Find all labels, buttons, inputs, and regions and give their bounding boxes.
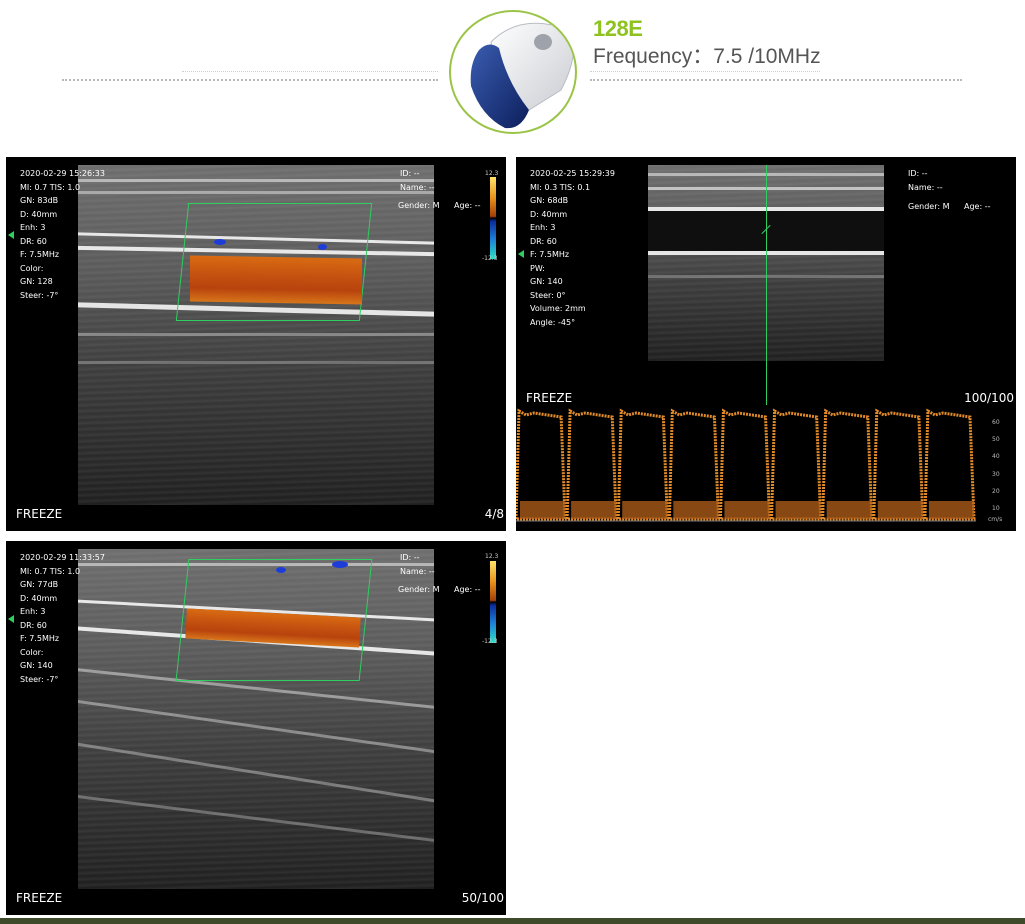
reverse-flow-spot	[332, 561, 348, 568]
probe-frequency: Frequency：7.5 /10MHz	[593, 45, 821, 68]
color-scale-bar	[490, 177, 496, 259]
color-scale-min: -12.3	[482, 638, 498, 645]
ultrasound-panel-color-2: 2020-02-29 11:33:57 MI: 0.7 TIS: 1.0 GN: 7…	[6, 541, 506, 915]
frame-counter: 100/100	[964, 391, 1014, 405]
color-scale-bar	[490, 561, 496, 643]
patient-gender: Gender: M	[398, 201, 440, 210]
color-scale-min: -12.3	[482, 255, 498, 262]
patient-info: ID: -- Name: --	[908, 169, 943, 192]
color-scale-max: 12.3	[485, 553, 499, 560]
reverse-flow-spot	[276, 567, 286, 573]
color-flow-vessel	[190, 255, 362, 305]
frame-counter: 50/100	[461, 891, 504, 905]
focus-marker-icon	[8, 231, 14, 239]
header-divider-right	[590, 71, 962, 81]
scan-parameters: 2020-02-29 11:33:57 MI: 0.7 TIS: 1.0 GN: 7…	[20, 553, 105, 684]
reverse-flow-spot	[318, 244, 327, 250]
color-scale-max: 12.3	[485, 170, 499, 177]
freeze-status: FREEZE	[16, 507, 63, 521]
patient-info: ID: -- Name: --	[400, 553, 435, 576]
freeze-status: FREEZE	[16, 891, 63, 905]
freeze-status: FREEZE	[526, 391, 573, 405]
doppler-cursor-line	[766, 165, 767, 405]
frame-counter: 4/8	[484, 507, 504, 521]
header-divider-left	[62, 71, 438, 81]
ultrasound-panel-pw: 2020-02-25 15:29:39 MI: 0.3 TIS: 0.1 GN: 6…	[516, 157, 1016, 531]
patient-age: Age: --	[454, 201, 481, 210]
probe-model: 128E	[593, 16, 643, 41]
footer-bar	[0, 918, 1025, 924]
ultrasound-panel-color-1: 2020-02-29 15:26:33 MI: 0.7 TIS: 1.0 GN: 8…	[6, 157, 506, 531]
patient-age: Age: --	[454, 585, 481, 594]
focus-marker-icon	[8, 615, 14, 623]
patient-age: Age: --	[964, 202, 991, 211]
scan-parameters: 2020-02-25 15:29:39 MI: 0.3 TIS: 0.1 GN: 6…	[530, 169, 615, 327]
reverse-flow-spot	[214, 239, 226, 245]
scan-parameters: 2020-02-29 15:26:33 MI: 0.7 TIS: 1.0 GN: 8…	[20, 169, 105, 300]
ultrasound-probe-icon	[449, 10, 577, 134]
doppler-spectrum	[516, 405, 976, 525]
focus-marker-icon	[518, 250, 524, 258]
patient-gender: Gender: M	[908, 202, 950, 211]
patient-gender: Gender: M	[398, 585, 440, 594]
patient-info: ID: -- Name: --	[400, 169, 435, 192]
